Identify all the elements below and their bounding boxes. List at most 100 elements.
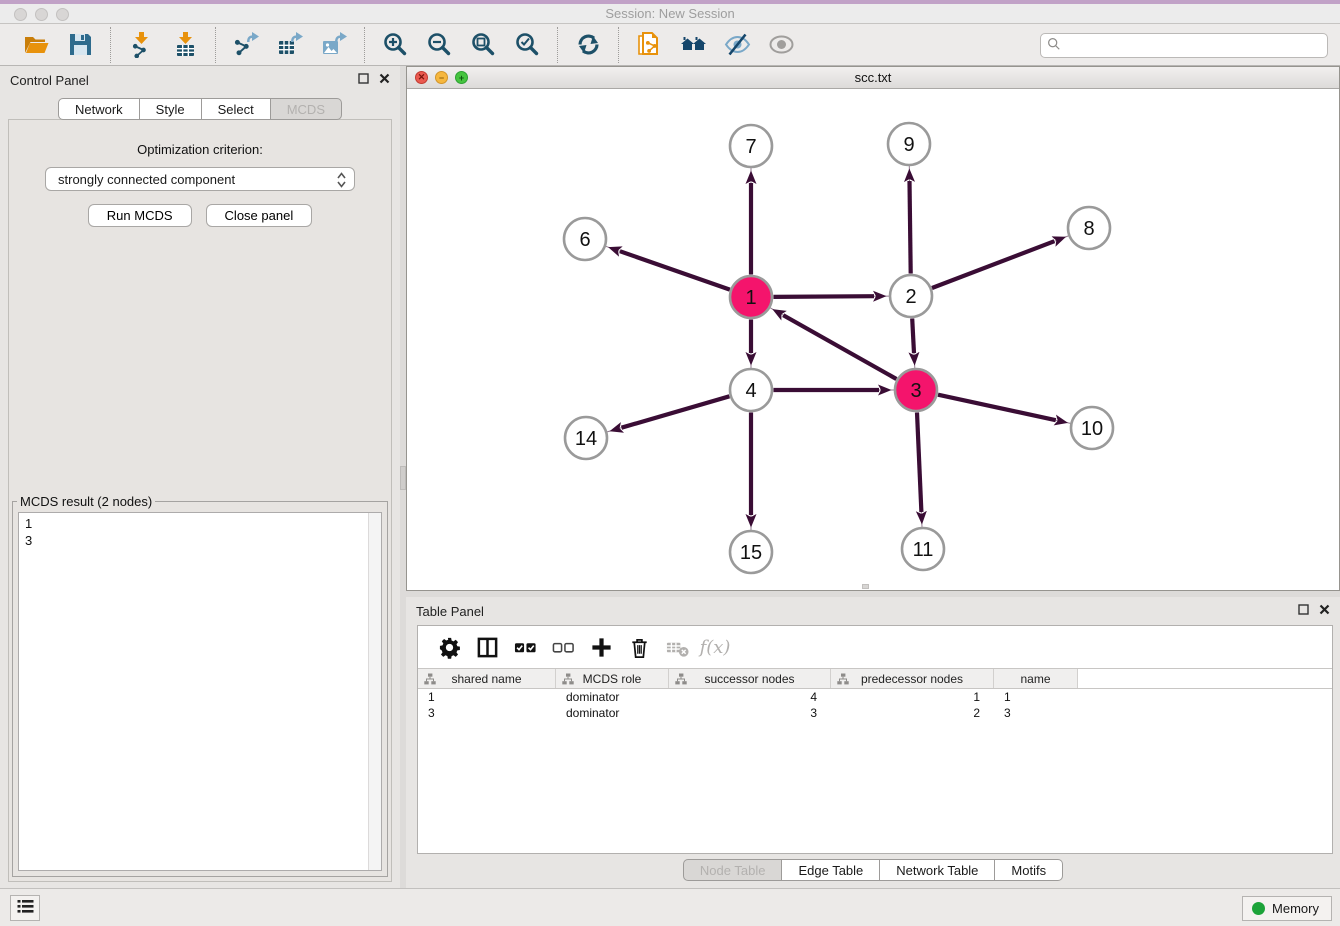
export-table-icon[interactable] [268, 28, 312, 62]
network-window-titlebar[interactable]: ✕ − + scc.txt [407, 67, 1339, 89]
select-all-columns-icon[interactable] [506, 630, 544, 664]
tab-edge-table[interactable]: Edge Table [782, 859, 880, 881]
column-layout-icon[interactable] [468, 630, 506, 664]
graph-node-6[interactable]: 6 [564, 218, 606, 260]
table-row[interactable]: 3dominator323 [418, 705, 1332, 721]
export-network-icon[interactable] [224, 28, 268, 62]
criterion-dropdown[interactable]: strongly connected component [45, 167, 355, 191]
graph-node-10[interactable]: 10 [1071, 407, 1113, 449]
open-session-icon[interactable] [14, 28, 58, 62]
toolbar-group [6, 27, 111, 63]
graph-node-3[interactable]: 3 [895, 369, 937, 411]
float-panel-icon[interactable] [358, 73, 369, 84]
mcds-result-area: 1 3 [18, 512, 382, 871]
refresh-view-icon[interactable] [566, 28, 610, 62]
graph-edge-3-1[interactable] [783, 315, 896, 379]
search-icon [1047, 37, 1061, 54]
table-cell[interactable]: 1 [994, 689, 1078, 705]
table-cell[interactable]: 3 [994, 705, 1078, 721]
tab-motifs[interactable]: Motifs [995, 859, 1063, 881]
graph-node-11[interactable]: 11 [902, 528, 944, 570]
export-image-icon[interactable] [312, 28, 356, 62]
graph-edge-3-11[interactable] [917, 413, 921, 513]
deselect-all-columns-icon[interactable] [544, 630, 582, 664]
graph-node-9[interactable]: 9 [888, 123, 930, 165]
memory-label: Memory [1272, 901, 1319, 916]
hide-selected-icon[interactable] [715, 28, 759, 62]
toolbar-group [365, 27, 558, 63]
zoom-out-icon[interactable] [417, 28, 461, 62]
column-header-shared-name[interactable]: shared name [418, 669, 556, 688]
table-cell[interactable]: 4 [669, 689, 831, 705]
new-network-from-document-icon[interactable] [627, 28, 671, 62]
graph-node-4[interactable]: 4 [730, 369, 772, 411]
mcds-result-text: 1 3 [19, 513, 368, 870]
close-panel-button[interactable]: Close panel [206, 204, 313, 227]
graph-node-8[interactable]: 8 [1068, 207, 1110, 249]
first-neighbors-icon[interactable] [671, 28, 715, 62]
table-cell[interactable]: 3 [418, 705, 556, 721]
table-cell[interactable]: 2 [831, 705, 994, 721]
import-network-icon[interactable] [119, 28, 163, 62]
run-mcds-button[interactable]: Run MCDS [88, 204, 192, 227]
result-scrollbar[interactable] [368, 513, 381, 870]
delete-table-icon [658, 630, 696, 664]
graph-node-7[interactable]: 7 [730, 125, 772, 167]
show-hidden-icon[interactable] [759, 28, 803, 62]
import-table-icon[interactable] [163, 28, 207, 62]
tab-style[interactable]: Style [140, 98, 202, 120]
graph-node-1[interactable]: 1 [730, 276, 772, 318]
tab-node-table[interactable]: Node Table [683, 859, 783, 881]
table-cell[interactable]: 1 [418, 689, 556, 705]
table-panel-title: Table Panel [416, 604, 484, 619]
table-cell[interactable]: 1 [831, 689, 994, 705]
mcds-result-box: MCDS result (2 nodes) 1 3 [12, 494, 388, 877]
toolbar-group [619, 27, 811, 63]
graph-node-2[interactable]: 2 [890, 275, 932, 317]
column-header-name[interactable]: name [994, 669, 1078, 688]
memory-button[interactable]: Memory [1242, 896, 1332, 921]
network-canvas[interactable]: 7 9 6 8 1 2 4 3 14 10 15 11 [407, 89, 1339, 590]
table-cell[interactable]: dominator [556, 705, 669, 721]
tab-select[interactable]: Select [202, 98, 271, 120]
graph-edge-4-14[interactable] [622, 396, 730, 427]
close-panel-icon[interactable] [379, 73, 390, 84]
table-settings-icon[interactable] [430, 630, 468, 664]
column-label: successor nodes [704, 672, 794, 686]
search-input[interactable] [1061, 34, 1327, 57]
graph-node-14[interactable]: 14 [565, 417, 607, 459]
graph-edge-2-3[interactable] [912, 319, 914, 354]
tab-mcds[interactable]: MCDS [271, 98, 342, 120]
criterion-value: strongly connected component [58, 172, 235, 187]
graph-edge-2-9[interactable] [910, 181, 911, 274]
zoom-fit-content-icon[interactable] [461, 28, 505, 62]
column-label: MCDS role [583, 672, 642, 686]
tab-network-table[interactable]: Network Table [880, 859, 995, 881]
graph-edge-2-8[interactable] [932, 241, 1054, 288]
network-graph: 7 9 6 8 1 2 4 3 14 10 15 11 [407, 89, 1339, 591]
graph-edge-3-10[interactable] [938, 395, 1056, 421]
table-row[interactable]: 1dominator411 [418, 689, 1332, 705]
float-table-panel-icon[interactable] [1298, 604, 1309, 615]
delete-column-icon[interactable] [620, 630, 658, 664]
create-column-icon[interactable] [582, 630, 620, 664]
column-header-MCDS-role[interactable]: MCDS role [556, 669, 669, 688]
zoom-in-icon[interactable] [373, 28, 417, 62]
column-header-predecessor-nodes[interactable]: predecessor nodes [831, 669, 994, 688]
graph-edge-1-6[interactable] [620, 251, 730, 289]
task-history-button[interactable] [10, 895, 40, 921]
zoom-selected-icon[interactable] [505, 28, 549, 62]
sort-icon [837, 673, 849, 688]
save-session-icon[interactable] [58, 28, 102, 62]
column-header-successor-nodes[interactable]: successor nodes [669, 669, 831, 688]
tab-network[interactable]: Network [58, 98, 140, 120]
table-panel-tabs: Node TableEdge TableNetwork TableMotifs [406, 859, 1340, 881]
table-cell[interactable]: dominator [556, 689, 669, 705]
close-table-panel-icon[interactable] [1319, 604, 1330, 615]
canvas-resize-handle[interactable] [862, 584, 869, 589]
graph-edge-1-2[interactable] [774, 296, 875, 297]
svg-text:8: 8 [1083, 218, 1094, 240]
graph-node-15[interactable]: 15 [730, 531, 772, 573]
table-cell[interactable]: 3 [669, 705, 831, 721]
toolbar-group [558, 27, 619, 63]
